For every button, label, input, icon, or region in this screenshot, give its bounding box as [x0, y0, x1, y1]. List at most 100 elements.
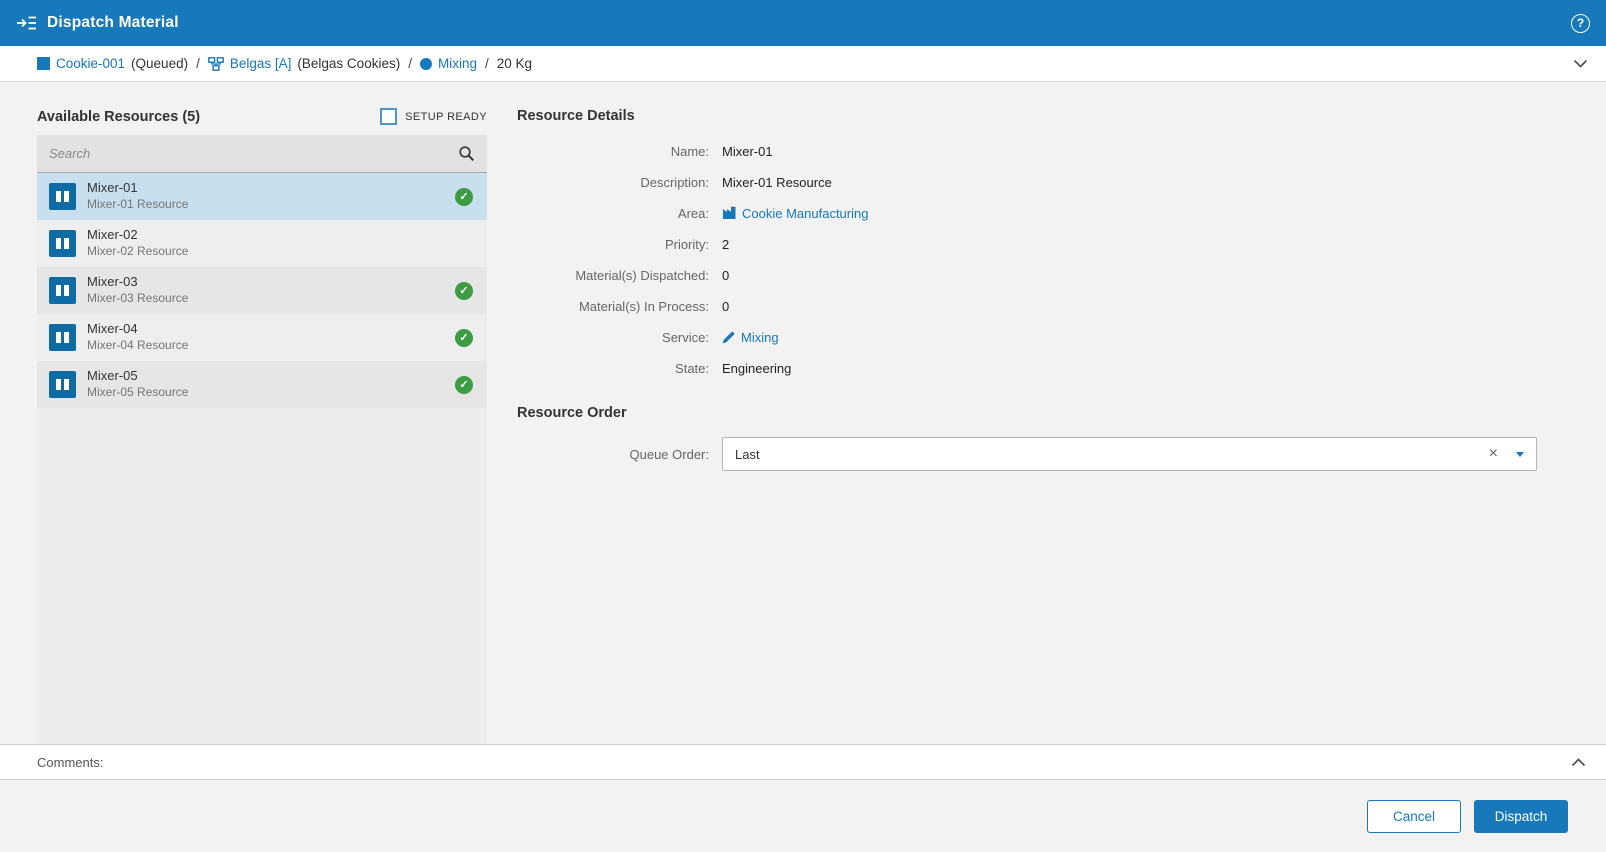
breadcrumb-suffix: (Queued) — [131, 56, 189, 71]
queue-order-label: Queue Order: — [629, 446, 710, 462]
dropdown-caret-icon[interactable] — [1516, 451, 1524, 457]
detail-field-label: Name: — [670, 143, 709, 159]
detail-field-value[interactable]: Mixing — [722, 330, 779, 345]
resource-name: Mixer-01 — [87, 180, 138, 196]
order-workflow-icon — [207, 56, 224, 71]
main-content: Available Resources (5) SETUP READY Mixe… — [0, 82, 1606, 744]
detail-field-row: Area: Cookie Manufacturing — [517, 203, 1537, 223]
resource-description: Mixer-04 Resource — [87, 338, 189, 353]
detail-link-text[interactable]: Cookie Manufacturing — [742, 206, 868, 221]
breadcrumb-item: 20 Kg — [497, 56, 532, 71]
resource-list-item[interactable]: Mixer-04 Mixer-04 Resource ✓ — [37, 314, 487, 361]
service-icon — [722, 331, 735, 344]
detail-field-value[interactable]: Cookie Manufacturing — [722, 206, 868, 221]
page-title: Dispatch Material — [47, 14, 179, 31]
resource-description: Mixer-02 Resource — [87, 244, 189, 259]
resource-text: Mixer-02 Mixer-02 Resource — [87, 227, 188, 259]
detail-field-value: Mixer-01 Resource — [722, 174, 832, 190]
resource-list-item[interactable]: Mixer-01 Mixer-01 Resource ✓ — [37, 173, 487, 220]
resource-machine-icon — [49, 230, 76, 257]
setup-ready-check-icon: ✓ — [455, 328, 473, 347]
comments-label: Comments: — [37, 754, 104, 770]
cancel-button[interactable]: Cancel — [1367, 799, 1461, 833]
resource-machine-icon — [49, 324, 76, 351]
resource-name: Mixer-03 — [87, 274, 138, 290]
operation-circle-icon — [419, 57, 432, 70]
resource-description: Mixer-03 Resource — [87, 291, 189, 306]
resource-order-heading: Resource Order — [517, 405, 627, 421]
resource-details-panel: Resource Details Name: Mixer-01 Descript… — [517, 108, 1569, 744]
queue-order-select[interactable]: Last × — [722, 437, 1537, 471]
clear-icon[interactable]: × — [1489, 446, 1498, 462]
comments-bar: Comments: — [0, 744, 1606, 780]
resource-search-bar — [37, 135, 487, 173]
detail-field-value: Mixer-01 — [722, 143, 773, 159]
top-bar: Dispatch Material ? — [0, 0, 1606, 46]
setup-ready-check-icon: ✓ — [455, 187, 473, 206]
detail-field-label: Material(s) In Process: — [578, 298, 709, 314]
setup-ready-check-icon: ✓ — [455, 281, 473, 300]
detail-field-label: Area: — [677, 205, 709, 221]
breadcrumb-link[interactable]: Mixing — [438, 56, 477, 71]
resource-text: Mixer-04 Mixer-04 Resource — [87, 321, 188, 353]
breadcrumb-link[interactable]: Belgas [A] — [230, 56, 292, 71]
detail-field-row: Name: Mixer-01 — [517, 141, 1537, 161]
available-resources-panel: Available Resources (5) SETUP READY Mixe… — [37, 108, 487, 744]
queue-order-value: Last — [735, 446, 760, 462]
resource-text: Mixer-03 Mixer-03 Resource — [87, 274, 188, 306]
available-resources-heading: Available Resources (5) — [37, 108, 201, 125]
resource-text: Mixer-01 Mixer-01 Resource — [87, 180, 188, 212]
resource-description: Mixer-01 Resource — [87, 197, 189, 212]
breadcrumb-item: Cookie-001 (Queued) — [37, 56, 188, 71]
resource-list-item[interactable]: Mixer-03 Mixer-03 Resource ✓ — [37, 267, 487, 314]
help-icon[interactable]: ? — [1571, 13, 1590, 33]
detail-field-row: Service: Mixing — [517, 327, 1537, 347]
detail-field-row: Material(s) In Process: 0 — [517, 296, 1537, 316]
breadcrumb-link[interactable]: Cookie-001 — [56, 56, 125, 71]
detail-field-row: Material(s) Dispatched: 0 — [517, 265, 1537, 285]
detail-field-label: State: — [675, 360, 709, 376]
detail-fields: Name: Mixer-01 Description: Mixer-01 Res… — [517, 141, 1537, 378]
footer-bar: Cancel Dispatch — [0, 780, 1606, 852]
breadcrumb: Cookie-001 (Queued) / Belgas [A] (Belgas Coo… — [37, 56, 532, 71]
detail-field-row: Description: Mixer-01 Resource — [517, 172, 1537, 192]
breadcrumb-item: Belgas [A] (Belgas Cookies) — [207, 56, 400, 71]
search-input[interactable] — [49, 146, 458, 161]
chevron-up-icon[interactable] — [1571, 757, 1586, 767]
detail-field-row: Priority: 2 — [517, 234, 1537, 254]
resource-list-item[interactable]: Mixer-02 Mixer-02 Resource ✓ — [37, 220, 487, 267]
detail-field-value: 0 — [722, 298, 730, 314]
resource-list: Mixer-01 Mixer-01 Resource ✓ Mixer-02 Mi… — [37, 173, 487, 744]
chevron-down-icon[interactable] — [1573, 59, 1588, 68]
breadcrumb-suffix: 20 Kg — [496, 56, 533, 71]
detail-link-text[interactable]: Mixing — [741, 330, 779, 345]
breadcrumb-bar: Cookie-001 (Queued) / Belgas [A] (Belgas Coo… — [0, 46, 1606, 82]
resource-list-item[interactable]: Mixer-05 Mixer-05 Resource ✓ — [37, 361, 487, 408]
resource-description: Mixer-05 Resource — [87, 385, 189, 400]
detail-field-label: Service: — [662, 329, 709, 345]
resource-machine-icon — [49, 277, 76, 304]
detail-field-row: State: Engineering — [517, 358, 1537, 378]
breadcrumb-separator: / — [484, 56, 489, 71]
setup-ready-checkbox[interactable] — [380, 108, 398, 125]
detail-field-value: Engineering — [722, 360, 792, 376]
available-resources-header: Available Resources (5) SETUP READY — [37, 108, 487, 125]
search-icon[interactable] — [458, 145, 475, 162]
setup-ready-toggle[interactable]: SETUP READY — [380, 108, 487, 125]
detail-field-label: Description: — [640, 174, 709, 190]
detail-field-value: 0 — [722, 267, 730, 283]
setup-ready-label: SETUP READY — [405, 110, 487, 123]
queue-order-row: Queue Order: Last × — [517, 437, 1537, 471]
dispatch-material-icon — [16, 15, 37, 31]
resource-name: Mixer-04 — [87, 321, 138, 337]
resource-name: Mixer-02 — [87, 227, 138, 243]
resource-machine-icon — [49, 183, 76, 210]
setup-ready-check-icon: ✓ — [455, 375, 473, 394]
area-icon — [722, 206, 736, 220]
breadcrumb-separator: / — [196, 56, 200, 71]
resource-text: Mixer-05 Mixer-05 Resource — [87, 368, 188, 400]
resource-machine-icon — [49, 371, 76, 398]
resource-details-heading: Resource Details — [517, 108, 635, 124]
dispatch-button[interactable]: Dispatch — [1474, 799, 1568, 833]
detail-field-label: Material(s) Dispatched: — [575, 267, 709, 283]
